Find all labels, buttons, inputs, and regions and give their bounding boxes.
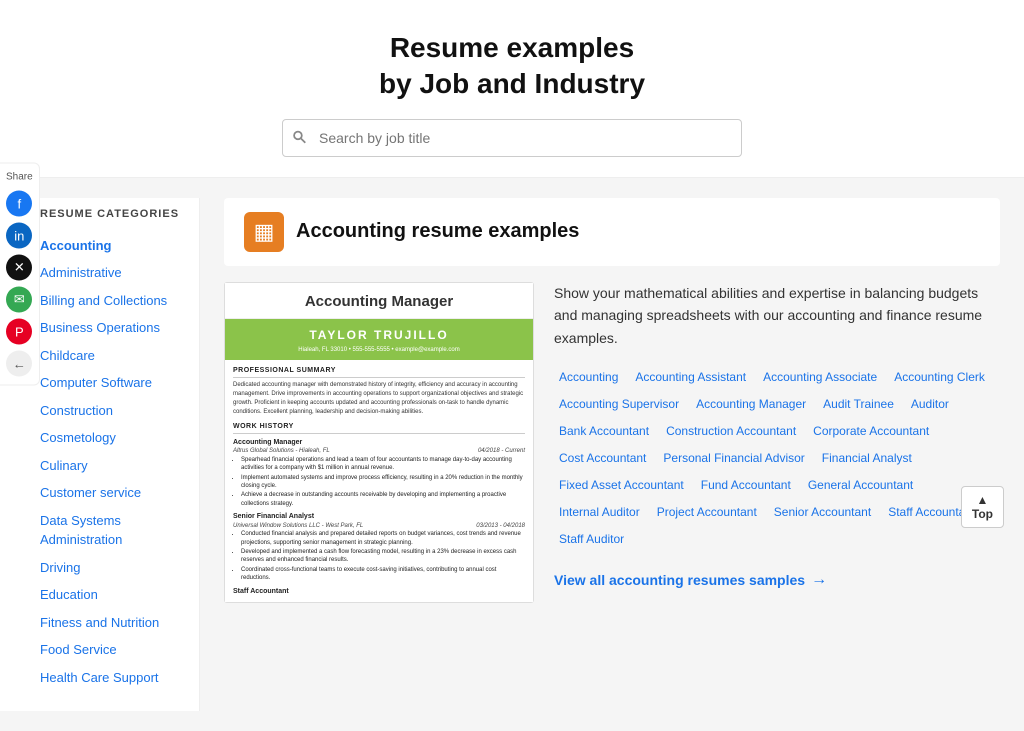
resume-summary-text: Dedicated accounting manager with demons… (233, 381, 525, 417)
tag-link-accounting-associate[interactable]: Accounting Associate (758, 367, 882, 387)
tag-link-cost-accountant[interactable]: Cost Accountant (554, 448, 651, 468)
resume-name: TAYLOR TRUJILLO (229, 327, 529, 344)
facebook-share-button[interactable]: f (6, 191, 32, 217)
resume-summary-title: PROFESSIONAL SUMMARY (233, 366, 525, 378)
email-share-button[interactable]: ✉ (6, 287, 32, 313)
sidebar-item-childcare[interactable]: Childcare (40, 342, 183, 370)
resume-card-title: Accounting Manager (225, 283, 533, 318)
resume-job: Accounting ManagerAltrus Global Solution… (233, 438, 525, 509)
resume-preview: TAYLOR TRUJILLO Hialeah, FL 33010 • 555-… (225, 318, 533, 603)
sidebar-item-billing-and-collections[interactable]: Billing and Collections (40, 287, 183, 315)
tag-link-bank-accountant[interactable]: Bank Accountant (554, 421, 654, 441)
tag-link-personal-financial-advisor[interactable]: Personal Financial Advisor (658, 448, 809, 468)
resume-job-bullets: Conducted financial analysis and prepare… (233, 530, 525, 582)
tag-link-fund-accountant[interactable]: Fund Accountant (696, 475, 796, 495)
tag-link-senior-accountant[interactable]: Senior Accountant (769, 502, 876, 522)
top-label: Top (972, 507, 993, 521)
sidebar-item-computer-software[interactable]: Computer Software (40, 369, 183, 397)
search-input[interactable] (282, 119, 742, 157)
resume-bullet: Achieve a decrease in outstanding accoun… (241, 491, 525, 508)
page-title: Resume examples by Job and Industry (20, 30, 1004, 103)
top-button[interactable]: ▲ Top (961, 486, 1004, 528)
resume-job-subtitle: Altrus Global Solutions - Hialeah, FL04/… (233, 447, 525, 455)
tag-link-accounting-clerk[interactable]: Accounting Clerk (889, 367, 990, 387)
search-icon (292, 129, 306, 146)
resume-work-title: WORK HISTORY (233, 422, 525, 434)
tag-link-fixed-asset-accountant[interactable]: Fixed Asset Accountant (554, 475, 689, 495)
resume-job-title: Senior Financial Analyst (233, 512, 525, 522)
tag-link-audit-trainee[interactable]: Audit Trainee (818, 394, 899, 414)
pinterest-share-button[interactable]: P (6, 319, 32, 345)
resume-card: Accounting Manager TAYLOR TRUJILLO Hiale… (224, 282, 534, 604)
twitter-share-button[interactable]: ✕ (6, 255, 32, 281)
resume-bullet: Implement automated systems and improve … (241, 474, 525, 491)
tag-link-accounting[interactable]: Accounting (554, 367, 623, 387)
share-label: Share (6, 172, 33, 183)
tag-link-accounting-assistant[interactable]: Accounting Assistant (630, 367, 751, 387)
sidebar-item-cosmetology[interactable]: Cosmetology (40, 424, 183, 452)
search-wrapper (282, 119, 742, 157)
page-header: Resume examples by Job and Industry (0, 0, 1024, 178)
resume-jobs: Accounting ManagerAltrus Global Solution… (233, 438, 525, 583)
back-share-button[interactable]: ← (6, 351, 32, 377)
share-sidebar: Share f in ✕ ✉ P ← (0, 163, 40, 386)
resume-next-job-title: Staff Accountant (233, 587, 525, 597)
resume-job-title: Accounting Manager (233, 438, 525, 448)
tag-link-general-accountant[interactable]: General Accountant (803, 475, 918, 495)
sidebar-item-accounting[interactable]: Accounting (40, 232, 183, 260)
resume-header-section: TAYLOR TRUJILLO Hialeah, FL 33010 • 555-… (225, 319, 533, 360)
sidebar-item-driving[interactable]: Driving (40, 554, 183, 582)
resume-job-bullets: Spearhead financial operations and lead … (233, 456, 525, 508)
section-title: Accounting resume examples (296, 220, 579, 243)
view-all-link[interactable]: View all accounting resumes samples → (554, 571, 827, 589)
tag-link-accounting-manager[interactable]: Accounting Manager (691, 394, 811, 414)
linkedin-share-button[interactable]: in (6, 223, 32, 249)
main-layout: RESUME CATEGORIES AccountingAdministrati… (0, 178, 1024, 731)
tag-link-internal-auditor[interactable]: Internal Auditor (554, 502, 645, 522)
section-header-row: ▦ Accounting resume examples (224, 198, 1000, 266)
resume-job: Senior Financial AnalystUniversal Window… (233, 512, 525, 583)
tag-link-staff-auditor[interactable]: Staff Auditor (554, 529, 629, 549)
tag-link-corporate-accountant[interactable]: Corporate Accountant (808, 421, 934, 441)
resume-bullet: Conducted financial analysis and prepare… (241, 530, 525, 547)
right-desc-col: Show your mathematical abilities and exp… (554, 282, 1000, 604)
category-list: AccountingAdministrativeBilling and Coll… (40, 232, 183, 692)
tag-link-auditor[interactable]: Auditor (906, 394, 954, 414)
sidebar-item-customer-service[interactable]: Customer service (40, 479, 183, 507)
resume-body: PROFESSIONAL SUMMARY Dedicated accountin… (225, 360, 533, 602)
resume-bullet: Developed and implemented a cash flow fo… (241, 548, 525, 565)
tag-link-financial-analyst[interactable]: Financial Analyst (817, 448, 917, 468)
top-arrow: ▲ (972, 493, 993, 507)
tag-link-accounting-supervisor[interactable]: Accounting Supervisor (554, 394, 684, 414)
sidebar-item-health-care-support[interactable]: Health Care Support (40, 664, 183, 692)
resume-job-subtitle: Universal Window Solutions LLC - West Pa… (233, 522, 525, 530)
sidebar-item-business-operations[interactable]: Business Operations (40, 314, 183, 342)
view-all-label: View all accounting resumes samples (554, 572, 805, 588)
resume-bullet: Spearhead financial operations and lead … (241, 456, 525, 473)
sidebar-item-construction[interactable]: Construction (40, 397, 183, 425)
tag-link-project-accountant[interactable]: Project Accountant (652, 502, 762, 522)
sidebar-item-culinary[interactable]: Culinary (40, 452, 183, 480)
sidebar-item-fitness-and-nutrition[interactable]: Fitness and Nutrition (40, 609, 183, 637)
sidebar-item-data-systems-administration[interactable]: Data Systems Administration (40, 507, 183, 554)
arrow-icon: → (811, 571, 827, 589)
sidebar-item-administrative[interactable]: Administrative (40, 259, 183, 287)
resume-preview-col: Accounting Manager TAYLOR TRUJILLO Hiale… (224, 282, 534, 604)
accounting-icon: ▦ (244, 212, 284, 252)
two-col-layout: Accounting Manager TAYLOR TRUJILLO Hiale… (224, 282, 1000, 604)
desc-text: Show your mathematical abilities and exp… (554, 282, 1000, 349)
sidebar-title: RESUME CATEGORIES (40, 208, 183, 220)
sidebar-item-education[interactable]: Education (40, 581, 183, 609)
content-area: ▦ Accounting resume examples Accounting … (200, 198, 1024, 712)
sidebar-item-food-service[interactable]: Food Service (40, 636, 183, 664)
tags-grid: Accounting Accounting Assistant Accounting… (554, 367, 1000, 549)
resume-contact: Hialeah, FL 33010 • 555-555-5555 • examp… (229, 346, 529, 354)
resume-bullet: Coordinated cross-functional teams to ex… (241, 566, 525, 583)
tag-link-construction-accountant[interactable]: Construction Accountant (661, 421, 801, 441)
